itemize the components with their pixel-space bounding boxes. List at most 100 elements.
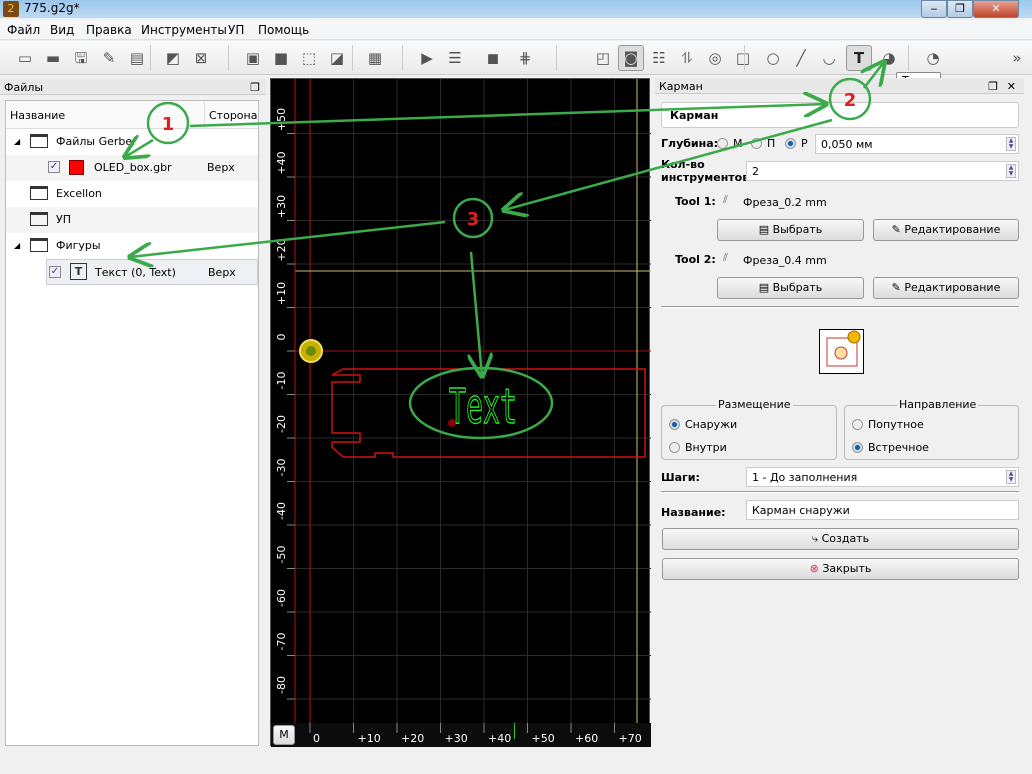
visibility-checkbox[interactable]: ✓ [48,161,60,173]
open-folder-icon[interactable]: ▬ [40,45,66,71]
circle-icon[interactable]: ○ [760,45,786,71]
graphics-view[interactable]: Text 0 +10 +20 +30 +40 +50 +60 +70 +50 +40 +30 +20 +… [270,78,651,747]
files-tree: Название Сторона ◢ Файлы Gerber ✓ OLED_b… [5,100,259,746]
zoom-all-icon[interactable]: ■ [268,45,294,71]
selection-icon[interactable]: ◼ [480,45,506,71]
tool1-label: Tool 1: [675,195,716,208]
float-icon[interactable]: ❐ [988,80,998,93]
menu-gcode[interactable]: УП [228,23,244,37]
depth-radio-r[interactable]: P [785,137,808,150]
column-side[interactable]: Сторона [209,109,257,122]
tool1-edit-button[interactable]: ✎ Редактирование [873,219,1019,241]
float-icon[interactable]: ❐ [250,81,260,94]
radio-conventional[interactable]: Встречное [852,441,929,454]
toolbar-overflow-button[interactable]: » [1004,45,1030,71]
tree-item-excellon[interactable]: Excellon [6,181,258,207]
spin-icon[interactable]: ▲ ▼ [1006,470,1016,484]
title-bar: 2 775.g2g* ‒ ❐ ✕ [0,0,1032,18]
y-tick-label: -50 [275,546,288,564]
spin-icon[interactable]: ▲ ▼ [1006,164,1016,178]
expand-icon[interactable]: ◢ [14,137,20,146]
radio-inside[interactable]: Внутри [669,441,727,454]
x-tick-label: +50 [532,732,555,745]
new-file-icon[interactable]: ▭ [12,45,38,71]
tool1-select-button[interactable]: ▤ Выбрать [717,219,864,241]
zoom-in-icon[interactable]: ⬚ [296,45,322,71]
text-icon[interactable]: T [846,45,872,71]
create-button[interactable]: ⤷ Создать [662,528,1019,550]
menu-view[interactable]: Вид [50,23,74,37]
tree-item-shapes[interactable]: ◢ Фигуры [6,233,258,259]
voronoi-icon[interactable]: ⥮ [674,45,700,71]
depth-radio-p[interactable]: П [751,137,775,150]
zoom-fit-icon[interactable]: ▣ [240,45,266,71]
close-window-button[interactable]: ✕ [973,0,1019,18]
tool2-edit-button[interactable]: ✎ Редактирование [873,277,1019,299]
tree-item-text[interactable]: ✓ T Текст (0, Text) Верх [46,259,258,285]
zoom-out-icon[interactable]: ◪ [324,45,350,71]
save-all-icon[interactable]: ▤ [124,45,150,71]
arc-icon[interactable]: ◡ [816,45,842,71]
steps-input[interactable]: 1 - До заполнения ▲ ▼ [746,467,1019,487]
close-button[interactable]: ⊗ Закрыть [662,558,1019,580]
tools-count-input[interactable]: 2 ▲ ▼ [746,161,1019,181]
menu-help[interactable]: Помощь [258,23,309,37]
union-icon[interactable]: ◕ [876,45,902,71]
radio-climb[interactable]: Попутное [852,418,924,431]
rectangle-icon[interactable]: □ [730,45,756,71]
pocket-preview-image [819,329,864,374]
difference-icon[interactable]: ◔ [920,45,946,71]
units-button[interactable]: M [273,725,295,745]
pocket-panel-title: Карман [659,80,703,93]
placement-title: Размещение [716,398,793,411]
menu-file[interactable]: Файл [7,23,40,37]
spin-icon[interactable]: ▲ ▼ [1006,137,1016,151]
save-icon[interactable]: 🖫 [68,45,94,71]
import-gerber-icon[interactable]: ◩ [160,45,186,71]
tree-item-side: Верх [207,161,235,174]
expand-icon[interactable]: ◢ [14,241,20,250]
restore-button[interactable]: ❐ [947,0,973,18]
mill-icon: ⫽ [723,251,728,264]
y-tick-label: -60 [275,589,288,607]
close-file-icon[interactable]: ⊠ [188,45,214,71]
hatching-icon[interactable]: ☷ [646,45,672,71]
zoom-grid-icon[interactable]: ▦ [362,45,388,71]
canvas-svg[interactable]: Text 0 +10 +20 +30 +40 +50 +60 +70 +50 +40 +30 +20 +… [271,79,651,747]
settings-icon[interactable]: ☰ [442,45,468,71]
text-shape[interactable]: Text [448,378,517,435]
menu-edit[interactable]: Правка [86,23,132,37]
depth-radio-m[interactable]: M [717,137,743,150]
y-tick-label: +20 [275,238,288,261]
visibility-checkbox[interactable]: ✓ [49,266,61,278]
toolbar-separator [402,45,403,71]
line-icon[interactable]: ╱ [788,45,814,71]
tree-item-gcode[interactable]: УП [6,207,258,233]
column-name[interactable]: Название [10,109,65,122]
tool2-select-button[interactable]: ▤ Выбрать [717,277,864,299]
drilling-icon[interactable]: ◎ [702,45,728,71]
close-panel-icon[interactable]: ✕ [1007,80,1016,93]
run-icon[interactable]: ▶ [414,45,440,71]
toolbar: ▭ ▬ 🖫 ✎ ▤ ◩ ⊠ ▣ ■ ⬚ ◪ ▦ ▶ ☰ ◼ ⋕ ◰ ◙ ☷ ⥮ ◎ □ ○ ╱ ◡ T ◕ ◔ » [0,41,1032,75]
toolbar-separator [352,45,353,71]
menu-tools[interactable]: Инструменты [141,23,227,37]
tree-item-oled-box[interactable]: ✓ OLED_box.gbr Верх [6,155,258,181]
toolbar-separator [556,45,557,71]
layer-color-swatch[interactable] [69,160,84,175]
name-input[interactable]: Карман снаружи [746,500,1019,520]
radio-outside[interactable]: Снаружи [669,418,737,431]
y-tick-label: -40 [275,502,288,520]
drill-thermal-icon[interactable]: ⋕ [512,45,538,71]
profile-icon[interactable]: ◰ [590,45,616,71]
y-tick-label: +40 [275,151,288,174]
pocket-icon[interactable]: ◙ [618,45,644,71]
direction-title: Направление [897,398,979,411]
x-tick-label: +60 [575,732,598,745]
tree-header: Название Сторона [6,101,258,129]
depth-input[interactable]: 0,050 мм ▲ ▼ [815,134,1019,154]
x-tick-label: +40 [488,732,511,745]
minimize-button[interactable]: ‒ [921,0,947,18]
tree-item-gerber[interactable]: ◢ Файлы Gerber [6,129,258,155]
save-as-icon[interactable]: ✎ [96,45,122,71]
